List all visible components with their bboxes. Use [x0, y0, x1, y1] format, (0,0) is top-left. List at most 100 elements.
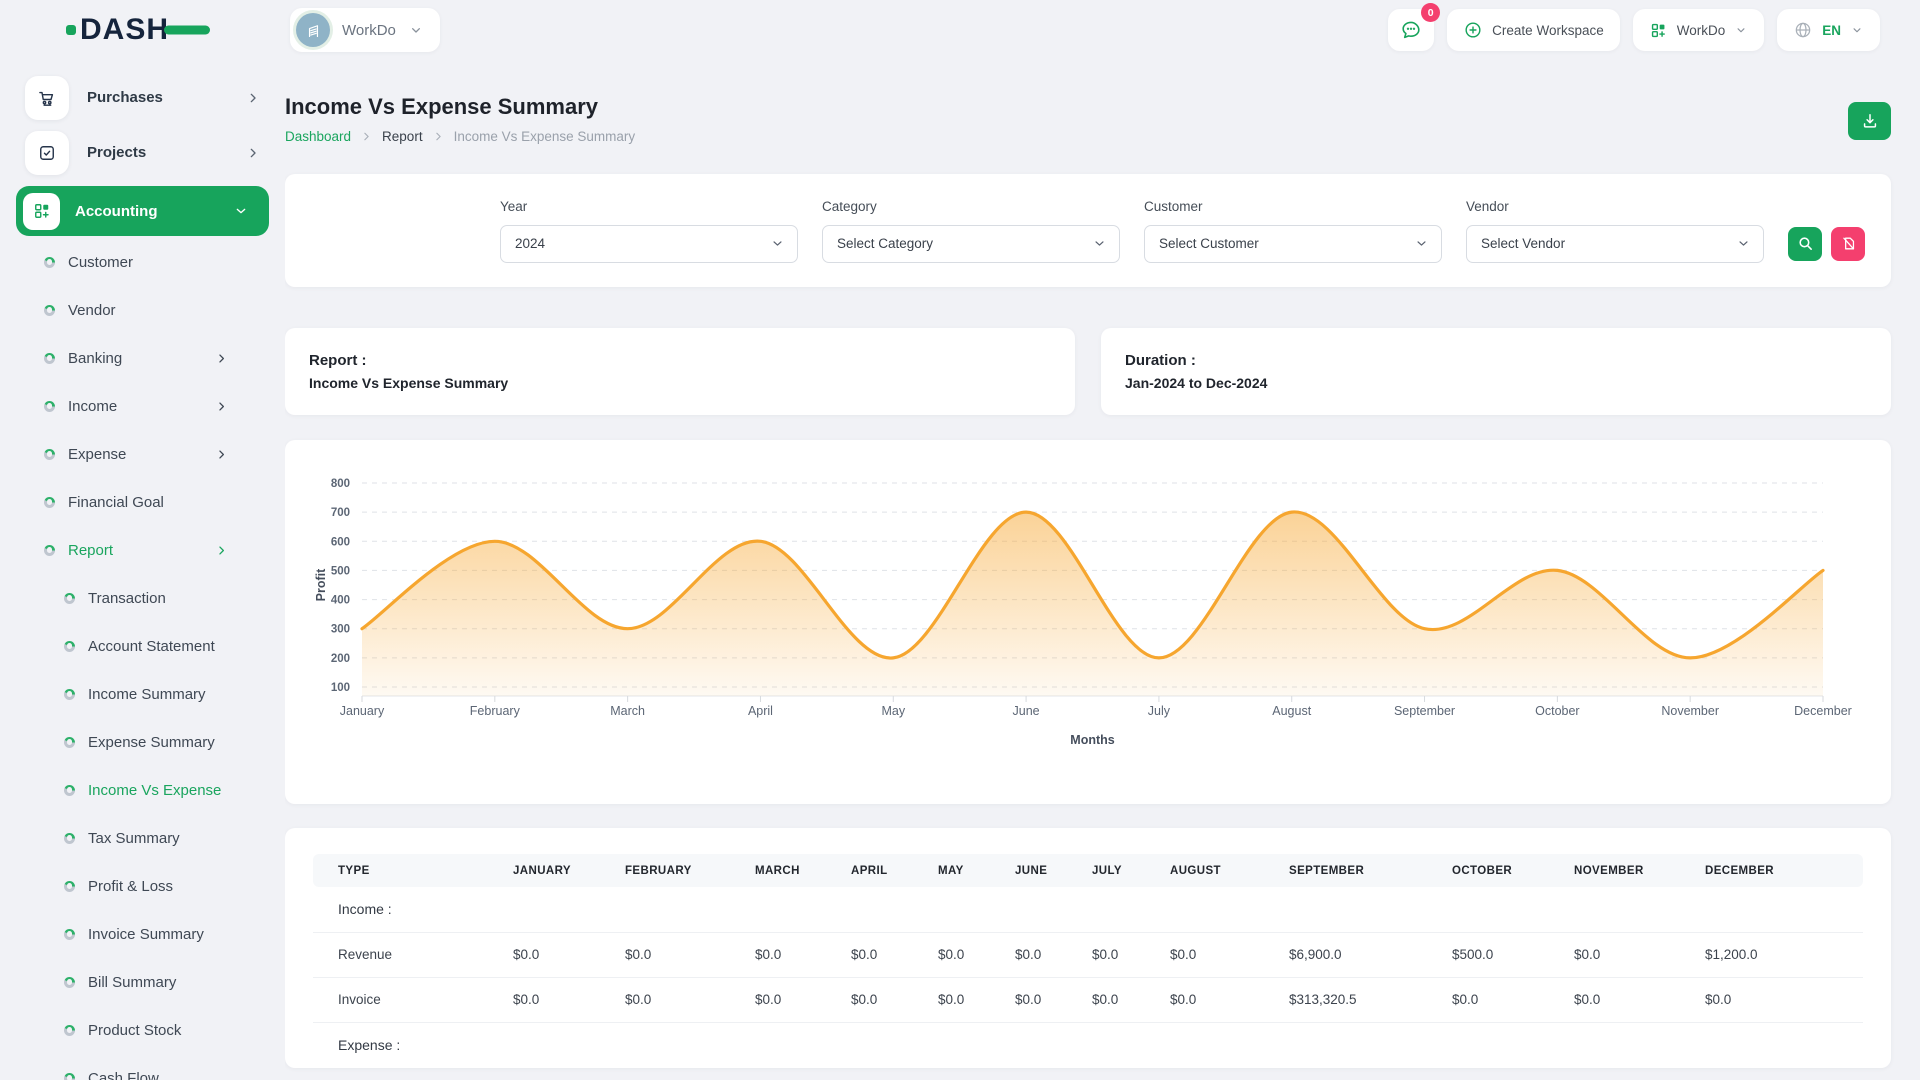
filter-panel: Year 2024 Category Select Category Custo…: [285, 174, 1891, 287]
sidebar-item-product-stock[interactable]: Product Stock: [0, 1006, 285, 1054]
chevron-right-icon: [214, 543, 229, 558]
sidebar-item-expense[interactable]: Expense: [0, 430, 285, 478]
chevron-down-icon: [1414, 236, 1429, 251]
globe-icon: [1793, 20, 1813, 40]
breadcrumb-dashboard[interactable]: Dashboard: [285, 129, 351, 144]
reset-filter-button[interactable]: [1831, 227, 1865, 261]
user-workspace-menu[interactable]: WorkDo: [1633, 9, 1765, 51]
sidebar-item-transaction[interactable]: Transaction: [0, 574, 285, 622]
bullet-icon: [64, 785, 75, 796]
sidebar-item-invoice-summary[interactable]: Invoice Summary: [0, 910, 285, 958]
year-label: Year: [500, 199, 798, 214]
table-group-row: Income :: [313, 887, 1863, 932]
chevron-down-icon: [408, 22, 424, 38]
check-square-icon: [37, 143, 57, 163]
column-header: MARCH: [755, 854, 851, 887]
workspace-switcher[interactable]: WorkDo: [290, 8, 440, 52]
app-logo: DASH: [66, 13, 190, 47]
category-select[interactable]: Select Category: [822, 225, 1120, 263]
column-header: NOVEMBER: [1574, 854, 1705, 887]
svg-text:400: 400: [331, 595, 350, 607]
table-group-row: Expense :: [313, 1022, 1863, 1067]
svg-text:November: November: [1661, 704, 1719, 718]
language-selector[interactable]: EN: [1777, 9, 1880, 51]
search-icon: [1797, 235, 1814, 252]
bullet-icon: [64, 881, 75, 892]
table-header-row: TYPEJANUARYFEBRUARYMARCHAPRILMAYJUNEJULY…: [313, 854, 1863, 887]
apply-filter-button[interactable]: [1788, 227, 1822, 261]
svg-text:Months: Months: [1070, 733, 1114, 747]
column-header: JUNE: [1015, 854, 1092, 887]
duration-card-value: Jan-2024 to Dec-2024: [1125, 375, 1867, 391]
bullet-icon: [64, 929, 75, 940]
sidebar-item-bill-summary[interactable]: Bill Summary: [0, 958, 285, 1006]
report-card-title: Report :: [309, 352, 1051, 369]
download-report-button[interactable]: [1848, 102, 1891, 140]
bullet-icon: [44, 257, 55, 268]
svg-text:700: 700: [331, 507, 350, 519]
chevron-down-icon: [1734, 23, 1748, 37]
sidebar-item-vendor[interactable]: Vendor: [0, 286, 285, 334]
sidebar-item-purchases[interactable]: Purchases: [0, 70, 285, 125]
messages-button[interactable]: 0: [1388, 9, 1434, 51]
vendor-select[interactable]: Select Vendor: [1466, 225, 1764, 263]
chevron-down-icon: [1736, 236, 1751, 251]
logo-text: DASH: [80, 13, 169, 47]
svg-text:December: December: [1794, 704, 1852, 718]
page-title: Income Vs Expense Summary: [285, 94, 635, 120]
create-workspace-button[interactable]: Create Workspace: [1447, 9, 1620, 51]
sidebar-item-projects[interactable]: Projects: [0, 125, 285, 180]
svg-text:June: June: [1013, 704, 1040, 718]
category-value: Select Category: [837, 236, 933, 251]
bullet-icon: [44, 449, 55, 460]
grid-plus-icon: [1649, 21, 1668, 40]
svg-text:March: March: [610, 704, 645, 718]
vendor-label: Vendor: [1466, 199, 1764, 214]
column-header: AUGUST: [1170, 854, 1289, 887]
main-content: Income Vs Expense Summary Dashboard Repo…: [285, 60, 1920, 1080]
svg-text:500: 500: [331, 565, 350, 577]
bullet-icon: [64, 689, 75, 700]
top-bar: DASH WorkDo 0 Create Workspace W: [0, 0, 1920, 60]
breadcrumb-report[interactable]: Report: [382, 129, 423, 144]
logo-dash-icon: [164, 26, 210, 35]
vendor-value: Select Vendor: [1481, 236, 1565, 251]
column-header: MAY: [938, 854, 1015, 887]
duration-summary-card: Duration : Jan-2024 to Dec-2024: [1101, 328, 1891, 415]
bullet-icon: [44, 305, 55, 316]
customer-select[interactable]: Select Customer: [1144, 225, 1442, 263]
sidebar-item-financial-goal[interactable]: Financial Goal: [0, 478, 285, 526]
chevron-right-icon: [432, 130, 445, 143]
logo-dot-icon: [66, 25, 76, 35]
sidebar-item-profit-loss[interactable]: Profit & Loss: [0, 862, 285, 910]
sidebar-item-accounting[interactable]: Accounting: [16, 186, 269, 236]
sidebar-item-cash-flow[interactable]: Cash Flow: [0, 1054, 285, 1080]
svg-text:300: 300: [331, 624, 350, 636]
sidebar-item-tax-summary[interactable]: Tax Summary: [0, 814, 285, 862]
sidebar-item-customer[interactable]: Customer: [0, 238, 285, 286]
workspace-name: WorkDo: [342, 22, 396, 39]
download-icon: [1860, 111, 1880, 131]
chevron-right-icon: [245, 90, 261, 106]
customer-value: Select Customer: [1159, 236, 1259, 251]
column-header: SEPTEMBER: [1289, 854, 1452, 887]
year-value: 2024: [515, 236, 545, 251]
sidebar-item-account-statement[interactable]: Account Statement: [0, 622, 285, 670]
sidebar-item-expense-summary[interactable]: Expense Summary: [0, 718, 285, 766]
sidebar-item-report[interactable]: Report: [0, 526, 285, 574]
bullet-icon: [44, 497, 55, 508]
breadcrumb: Dashboard Report Income Vs Expense Summa…: [285, 129, 635, 144]
profit-area-chart: 800700600500400300200100JanuaryFebruaryM…: [307, 456, 1869, 786]
sidebar-item-income-summary[interactable]: Income Summary: [0, 670, 285, 718]
sidebar-item-banking[interactable]: Banking: [0, 334, 285, 382]
column-header: OCTOBER: [1452, 854, 1574, 887]
svg-text:February: February: [470, 704, 521, 718]
workspace-avatar: [296, 13, 330, 47]
svg-text:Profit: Profit: [314, 568, 328, 601]
sidebar-item-income-vs-expense[interactable]: Income Vs Expense: [0, 766, 285, 814]
chevron-right-icon: [214, 351, 229, 366]
sidebar-item-income[interactable]: Income: [0, 382, 285, 430]
year-select[interactable]: 2024: [500, 225, 798, 263]
column-header: JANUARY: [513, 854, 625, 887]
bullet-icon: [64, 1073, 75, 1080]
